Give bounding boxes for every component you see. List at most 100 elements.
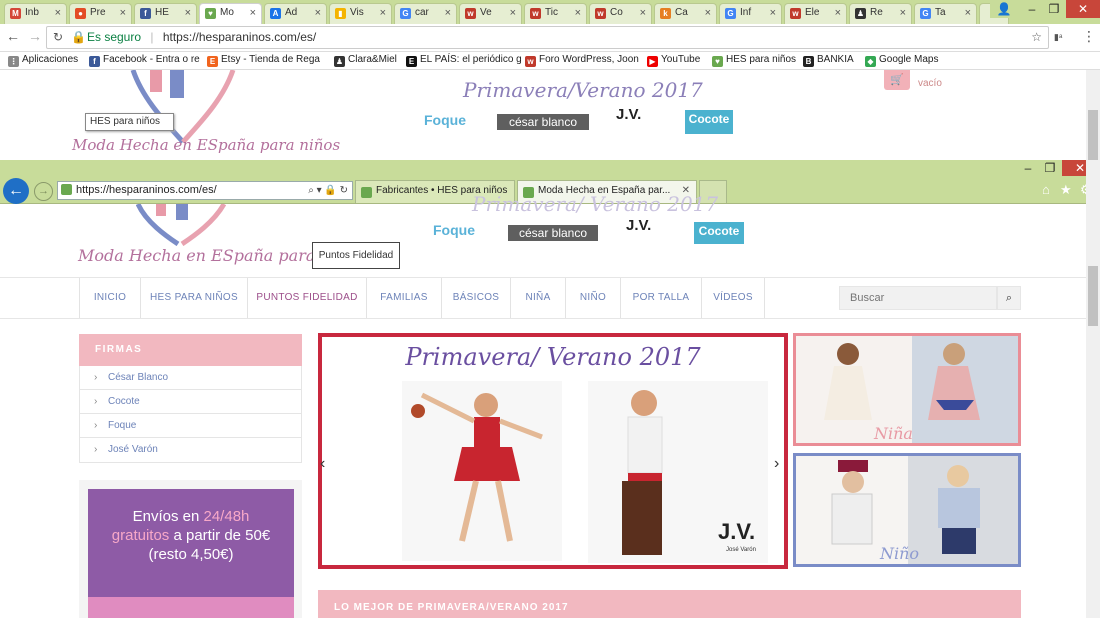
nav-puntos-fidelidad[interactable]: PUNTOS FIDELIDAD xyxy=(248,278,366,318)
nav-familias[interactable]: FAMILIAS xyxy=(367,278,441,318)
brand-jose-varon: J.V. xyxy=(626,217,652,234)
address-bar[interactable]: ↻ 🔒 Es seguro | https://hesparaninos.com… xyxy=(46,26,1049,49)
slider-next-icon[interactable]: › xyxy=(774,455,779,473)
ie-back-icon[interactable]: ← xyxy=(3,178,29,204)
tab-label: Pre xyxy=(90,7,106,18)
chrome-tab[interactable]: ♟ Re × xyxy=(849,3,912,24)
chrome-tab[interactable]: w Tic × xyxy=(524,3,587,24)
nav-nina[interactable]: NIÑA xyxy=(511,278,565,318)
tab-close-icon[interactable]: × xyxy=(640,7,646,19)
tab-favicon-icon: M xyxy=(10,8,21,19)
firm-jose-varon[interactable]: José Varón xyxy=(80,438,301,462)
tab-close-icon[interactable]: × xyxy=(510,7,516,19)
ie-forward-icon[interactable]: → xyxy=(34,182,53,201)
tab-close-icon[interactable]: × xyxy=(770,7,776,19)
loyalty-points-button[interactable]: Puntos Fidelidad xyxy=(312,242,400,269)
user-icon[interactable]: 👤 xyxy=(990,0,1018,18)
ie-scrollbar-thumb[interactable] xyxy=(1088,266,1098,326)
tile-nina[interactable]: Niña xyxy=(793,333,1021,446)
tab-label: Ca xyxy=(675,7,688,18)
tab-close-icon[interactable]: × xyxy=(575,7,581,19)
tab-close-icon[interactable]: × xyxy=(315,7,321,19)
ie-search-lock-refresh-icons[interactable]: ⌕ ▾ 🔒 ↻ xyxy=(308,182,348,199)
chrome-tab[interactable]: Gcar × xyxy=(394,3,457,24)
tab-close-icon[interactable]: × xyxy=(835,7,841,19)
tab-close-icon[interactable]: × xyxy=(250,7,256,19)
bookmark-item[interactable]: ♟ Clara&Miel xyxy=(334,54,397,67)
back-icon[interactable]: ← xyxy=(6,28,20,44)
forward-icon[interactable]: → xyxy=(28,28,42,44)
scrollbar-thumb[interactable] xyxy=(1088,110,1098,160)
site-favicon-icon xyxy=(61,184,72,195)
bookmark-item[interactable]: w Foro WordPress, Joon xyxy=(525,54,639,67)
tile-nino[interactable]: Niño xyxy=(793,453,1021,567)
bookmark-item[interactable]: E EL PAÍS: el periódico g xyxy=(406,54,522,67)
chrome-tab[interactable]: w Ve × xyxy=(459,3,522,24)
ie-maximize-button[interactable]: ❐ xyxy=(1036,160,1064,176)
chrome-tab[interactable]: ▮ Vis × xyxy=(329,3,392,24)
bookmark-item[interactable]: B BANKIA xyxy=(803,54,854,67)
nav-basicos[interactable]: BÁSICOS xyxy=(442,278,510,318)
tab-close-icon[interactable]: × xyxy=(900,7,906,19)
firm-foque[interactable]: Foque xyxy=(80,414,301,438)
bookmark-item[interactable]: E Etsy - Tienda de Rega xyxy=(207,54,320,67)
tab-close-icon[interactable]: × xyxy=(120,7,126,19)
tile-nino-label: Niño xyxy=(880,544,920,563)
chrome-tab[interactable]: G Inf × xyxy=(719,3,782,24)
lock-icon: 🔒 xyxy=(71,30,86,44)
extension-icon[interactable]: ▮ᵃ xyxy=(1054,32,1062,43)
tab-favicon-icon: w xyxy=(530,8,541,19)
shipping-promo[interactable]: Envíos en 24/48h gratuitos a partir de 5… xyxy=(88,489,294,597)
tab-close-icon[interactable]: × xyxy=(380,7,386,19)
chrome-tab[interactable]: ● Pre × xyxy=(69,3,132,24)
tab-close-icon[interactable]: × xyxy=(185,7,191,19)
tab-close-icon[interactable]: × xyxy=(55,7,61,19)
bookmark-item[interactable]: ◆ Google Maps xyxy=(865,54,938,67)
close-button[interactable]: ✕ xyxy=(1066,0,1100,18)
search-icon[interactable]: ⌕ xyxy=(997,286,1021,310)
main-slider[interactable]: Primavera/ Verano 2017 J.V. José Varón ‹… xyxy=(318,333,788,569)
home-icon[interactable]: ⌂ xyxy=(1042,182,1050,197)
chrome-tab[interactable]: w Ele × xyxy=(784,3,847,24)
maximize-button[interactable]: ❐ xyxy=(1040,0,1068,18)
bookmark-label: HES para niños xyxy=(726,54,797,65)
slider-prev-icon[interactable]: ‹ xyxy=(320,455,325,473)
nav-hes-para-ninos[interactable]: HES PARA NIÑOS xyxy=(141,278,247,318)
nav-inicio[interactable]: INICIO xyxy=(80,278,140,318)
tab-label: Co xyxy=(610,7,623,18)
bookmark-item[interactable]: f Facebook - Entra o re xyxy=(89,54,200,67)
star-icon[interactable]: ☆ xyxy=(1031,27,1042,48)
bookmark-item[interactable]: ▶ YouTube xyxy=(647,54,700,67)
tab-close-icon[interactable]: × xyxy=(445,7,451,19)
menu-icon[interactable]: ⋮ xyxy=(1082,28,1096,45)
nav-videos[interactable]: VÍDEOS xyxy=(702,278,764,318)
bookmark-favicon-icon: E xyxy=(406,56,417,67)
bookmark-favicon-icon: ◆ xyxy=(865,56,876,67)
bookmark-label: Facebook - Entra o re xyxy=(103,54,200,65)
nav-nino[interactable]: NIÑO xyxy=(566,278,620,318)
chrome-tab[interactable]: ♥ Mo × xyxy=(199,3,262,24)
chrome-tab[interactable]: k Ca × xyxy=(654,3,717,24)
ie-address-bar[interactable]: https://hesparaninos.com/es/ ⌕ ▾ 🔒 ↻ xyxy=(57,181,353,200)
chrome-tab[interactable]: A Ad × xyxy=(264,3,327,24)
firm-cesar-blanco[interactable]: César Blanco xyxy=(80,366,301,390)
brands-sidebar: FIRMAS César Blanco Cocote Foque José Va… xyxy=(79,334,302,463)
chrome-tab[interactable]: M Inb × xyxy=(4,3,67,24)
bookmark-item[interactable]: ♥ HES para niños xyxy=(712,54,796,67)
tab-label: Mo xyxy=(220,7,234,18)
tab-close-icon[interactable]: × xyxy=(705,7,711,19)
nav-por-talla[interactable]: POR TALLA xyxy=(621,278,701,318)
firm-cocote[interactable]: Cocote xyxy=(80,390,301,414)
favorites-icon[interactable]: ★ xyxy=(1060,182,1072,198)
cart-icon[interactable]: 🛒 xyxy=(884,70,910,90)
chrome-tab[interactable]: f HE × xyxy=(134,3,197,24)
reload-icon[interactable]: ↻ xyxy=(53,27,63,48)
bookmark-item[interactable]: ⋮ Aplicaciones xyxy=(8,54,78,67)
scrollbar[interactable] xyxy=(1086,70,1100,618)
search-input[interactable] xyxy=(839,286,997,310)
tab-close-icon[interactable]: × xyxy=(965,7,971,19)
chrome-tab[interactable]: G Ta × xyxy=(914,3,977,24)
chrome-tab[interactable]: w Co × xyxy=(589,3,652,24)
tab-favicon-icon: f xyxy=(140,8,151,19)
bookmark-favicon-icon: E xyxy=(207,56,218,67)
